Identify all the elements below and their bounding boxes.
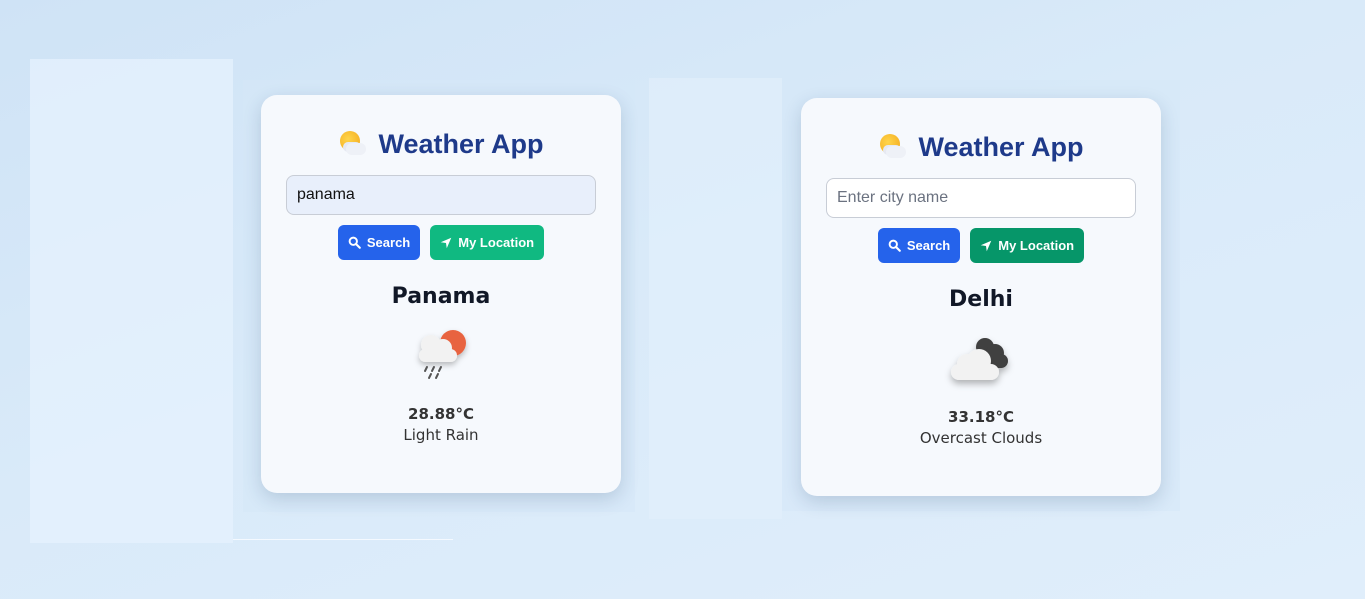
location-arrow-icon [981,240,992,251]
city-search-input[interactable] [826,178,1136,218]
background-panel [30,59,233,543]
my-location-button[interactable]: My Location [430,225,545,260]
app-title: Weather App [261,127,621,161]
location-arrow-icon [441,237,452,248]
weather-description: Overcast Clouds [919,429,1043,447]
search-icon [348,236,361,249]
button-row: Search My Location [261,225,621,260]
app-title-text: Weather App [378,129,544,159]
sun-behind-cloud-icon [878,132,908,162]
app-title-text: Weather App [918,132,1084,162]
search-button-label: Search [906,238,951,253]
search-icon [888,239,901,252]
search-button[interactable]: Search [877,228,961,263]
sun-behind-cloud-icon [338,129,368,159]
temperature: 28.88°C [408,405,474,423]
overcast-clouds-icon [941,326,1021,396]
city-name: Delhi [949,287,1013,312]
button-row: Search My Location [801,228,1161,263]
search-button-label: Search [366,235,411,250]
weather-card-panama: Weather App Search My Location Panama [261,95,621,493]
city-name: Panama [391,284,491,309]
search-button[interactable]: Search [337,225,421,260]
app-title: Weather App [801,130,1161,164]
weather-description: Light Rain [403,426,479,444]
background-panel [649,78,782,519]
weather-card-delhi: Weather App Search My Location Delhi 3 [801,98,1161,496]
my-location-button-label: My Location [458,235,535,250]
my-location-button[interactable]: My Location [970,228,1085,263]
city-search-input[interactable] [286,175,596,215]
my-location-button-label: My Location [998,238,1075,253]
divider [233,539,453,540]
temperature: 33.18°C [948,408,1014,426]
light-rain-icon [401,323,481,393]
